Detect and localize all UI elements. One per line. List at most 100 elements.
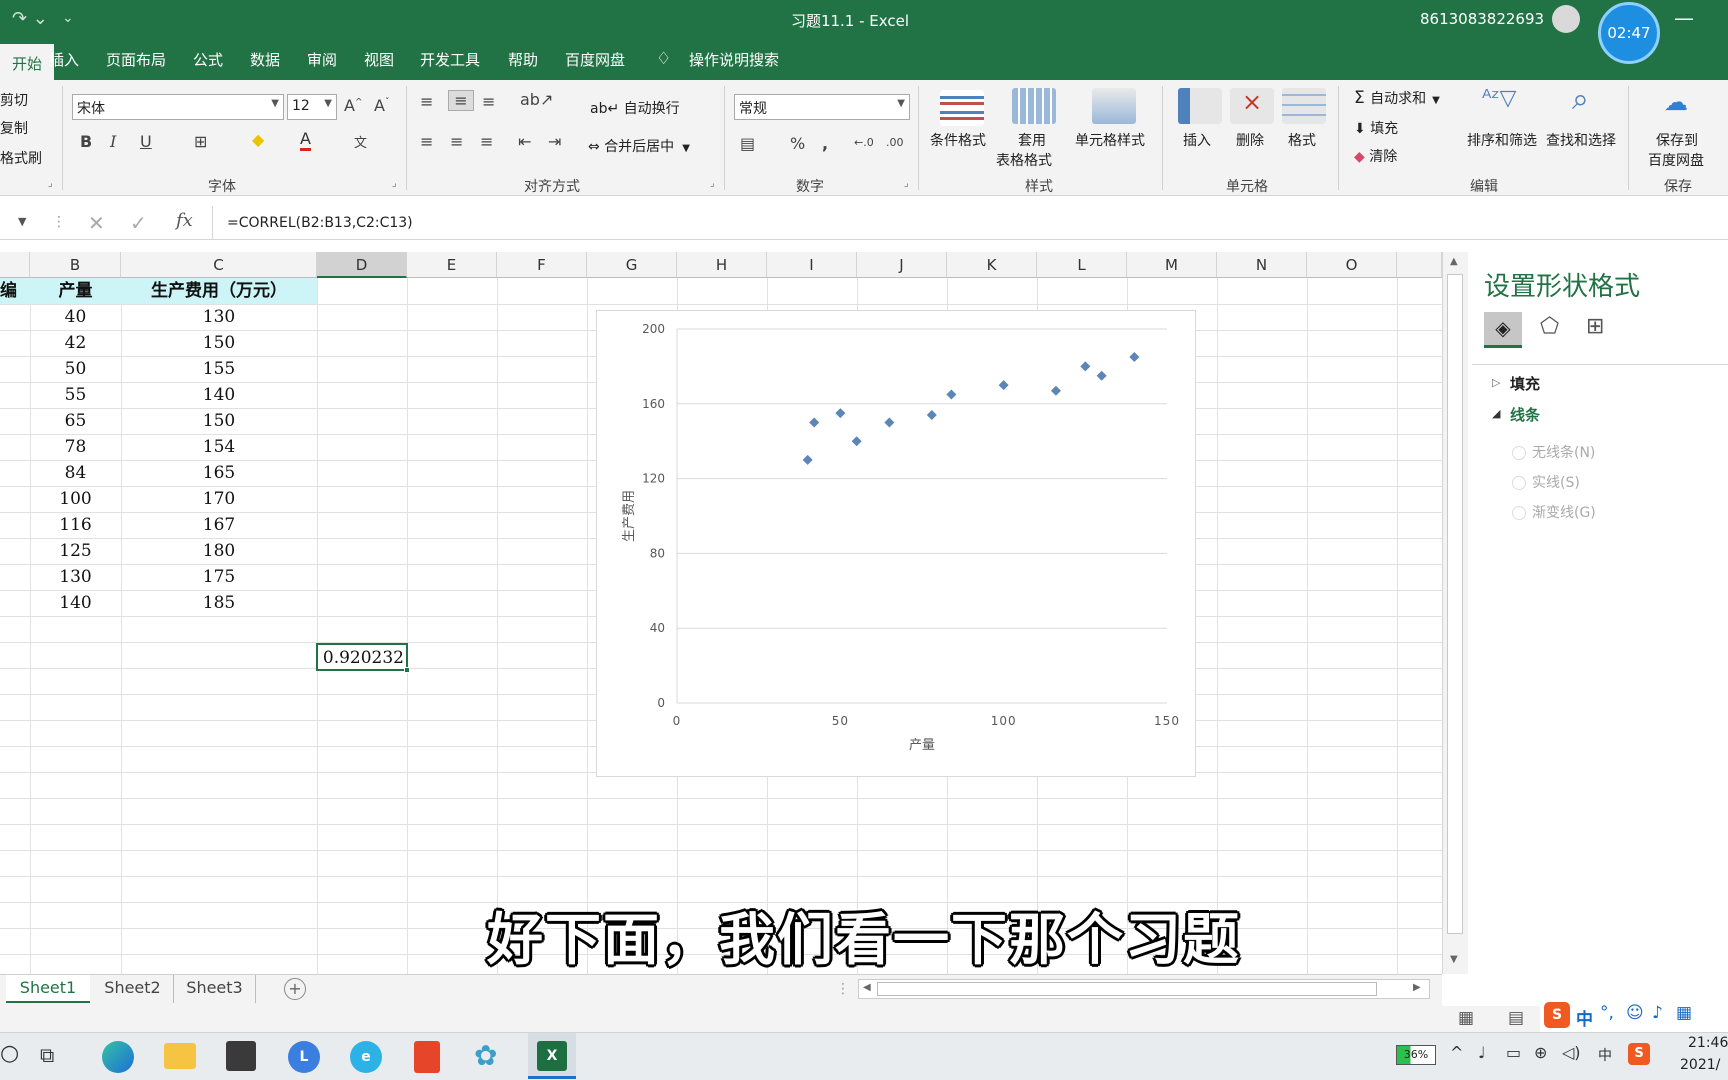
- globe-icon[interactable]: ⊕: [1534, 1043, 1547, 1062]
- align-center-icon[interactable]: ≡: [450, 132, 463, 151]
- tab-insert[interactable]: 插入: [49, 49, 79, 70]
- column-header[interactable]: C: [121, 252, 317, 278]
- cell-c[interactable]: 130: [121, 304, 317, 330]
- tab-page-layout[interactable]: 页面布局: [106, 49, 166, 70]
- cell-b[interactable]: 116: [30, 512, 121, 538]
- effects-tab-icon[interactable]: ⬠: [1540, 314, 1559, 339]
- cell-c[interactable]: 180: [121, 538, 317, 564]
- sheet-tab[interactable]: Sheet3: [174, 975, 256, 1003]
- office-icon[interactable]: [414, 1041, 440, 1073]
- account-name[interactable]: 8613083822693: [1420, 10, 1544, 28]
- sogou-tray-icon[interactable]: S: [1628, 1043, 1650, 1065]
- vertical-scrollbar[interactable]: ▲ ▼: [1442, 252, 1468, 974]
- avatar[interactable]: [1552, 5, 1580, 33]
- orientation-icon[interactable]: ab↗: [520, 90, 553, 109]
- align-bottom-icon[interactable]: ≡: [482, 92, 495, 111]
- search-icon[interactable]: ○: [0, 1041, 19, 1066]
- punctuation-icon[interactable]: °,: [1600, 1003, 1614, 1023]
- ime-toolbar[interactable]: S 中 °, ☺ ♪ ▦: [1540, 1000, 1728, 1032]
- app-l-icon[interactable]: L: [288, 1041, 320, 1073]
- column-header[interactable]: F: [497, 252, 587, 278]
- collapse-fill-icon[interactable]: ▷: [1492, 376, 1500, 389]
- column-header[interactable]: H: [677, 252, 767, 278]
- cell-c[interactable]: 167: [121, 512, 317, 538]
- input-language[interactable]: 中: [1598, 1045, 1612, 1065]
- cell-c[interactable]: 155: [121, 356, 317, 382]
- wrap-text-button[interactable]: ab↵ 自动换行: [590, 98, 680, 118]
- cell-c[interactable]: 170: [121, 486, 317, 512]
- column-header-a[interactable]: [0, 252, 30, 278]
- format-as-table-icon[interactable]: [1012, 88, 1056, 124]
- save-to-baidu-line2[interactable]: 百度网盘: [1648, 150, 1704, 170]
- redo-icon[interactable]: ↷ ⌄: [12, 8, 48, 29]
- tab-view[interactable]: 视图: [364, 49, 394, 70]
- cell-styles-button[interactable]: 单元格样式: [1075, 130, 1145, 150]
- normal-view-icon[interactable]: ▦: [1458, 1008, 1474, 1028]
- insert-cells-icon[interactable]: [1178, 88, 1222, 124]
- format-as-table-line1[interactable]: 套用: [1018, 130, 1046, 150]
- cell-c[interactable]: 165: [121, 460, 317, 486]
- delete-cells-button[interactable]: 删除: [1236, 130, 1264, 150]
- format-painter-button[interactable]: 格式刷: [0, 148, 42, 168]
- save-to-baidu-line1[interactable]: 保存到: [1656, 130, 1698, 150]
- comma-icon[interactable]: ,: [822, 134, 828, 153]
- tab-review[interactable]: 审阅: [307, 49, 337, 70]
- align-middle-icon[interactable]: ≡: [448, 90, 474, 111]
- number-launcher-icon[interactable]: ⌟: [904, 178, 909, 189]
- option-gradient-line[interactable]: 渐变线(G): [1532, 502, 1596, 522]
- cut-button[interactable]: 剪切: [0, 90, 28, 110]
- cell-b[interactable]: 42: [30, 330, 121, 356]
- expand-line-icon[interactable]: ◢: [1492, 407, 1500, 420]
- cell-b[interactable]: 78: [30, 434, 121, 460]
- cell-b[interactable]: 50: [30, 356, 121, 382]
- cancel-icon[interactable]: ✕: [88, 211, 105, 235]
- column-header[interactable]: M: [1127, 252, 1217, 278]
- line-section-header[interactable]: 线条: [1510, 404, 1540, 425]
- emoji-icon[interactable]: ☺: [1626, 1003, 1644, 1023]
- fill-color-icon[interactable]: ◆: [252, 130, 264, 149]
- scroll-right-icon[interactable]: ▶: [1413, 982, 1421, 993]
- align-left-icon[interactable]: ≡: [420, 132, 433, 151]
- fill-line-tab-icon[interactable]: ◈: [1484, 312, 1522, 348]
- font-color-icon[interactable]: A: [300, 130, 311, 151]
- format-as-table-line2[interactable]: 表格格式: [996, 150, 1052, 170]
- minimize-button[interactable]: —: [1674, 6, 1694, 30]
- volume-icon[interactable]: ◁): [1562, 1043, 1581, 1062]
- cell-d15-correl-result[interactable]: 0.920232: [316, 643, 408, 671]
- font-shrink-icon[interactable]: Aˇ: [374, 96, 389, 115]
- scroll-thumb[interactable]: [877, 982, 1377, 996]
- fill-handle[interactable]: [404, 667, 410, 673]
- voice-icon[interactable]: ♪: [1652, 1003, 1663, 1023]
- cell-c[interactable]: 140: [121, 382, 317, 408]
- cell-b[interactable]: 140: [30, 590, 121, 616]
- column-header[interactable]: J: [857, 252, 947, 278]
- column-header[interactable]: E: [407, 252, 497, 278]
- font-name-box[interactable]: 宋体 ▼: [72, 94, 284, 120]
- borders-icon[interactable]: ⊞: [194, 132, 207, 151]
- formula-input[interactable]: =CORREL(B2:B13,C2:C13): [212, 206, 1728, 240]
- cell-b[interactable]: 84: [30, 460, 121, 486]
- cell-a1[interactable]: 编: [0, 278, 30, 304]
- excel-taskbar-button[interactable]: X: [528, 1033, 576, 1079]
- cell-b1[interactable]: 产量: [30, 278, 121, 304]
- size-properties-tab-icon[interactable]: ⊞: [1586, 314, 1604, 339]
- edge-icon[interactable]: [102, 1041, 134, 1073]
- column-header[interactable]: O: [1307, 252, 1397, 278]
- cell-b[interactable]: 125: [30, 538, 121, 564]
- cell-c[interactable]: 154: [121, 434, 317, 460]
- radio-no-line[interactable]: [1512, 446, 1526, 460]
- power-icon[interactable]: ▭: [1506, 1043, 1521, 1062]
- scatter-chart[interactable]: 0 40 80 120 160 200 0 50 100 150 产量 生产费用: [596, 310, 1196, 777]
- decrease-indent-icon[interactable]: ⇤: [518, 132, 531, 151]
- percent-icon[interactable]: %: [790, 134, 805, 153]
- ime-mode[interactable]: 中: [1576, 1005, 1593, 1030]
- sort-filter-icon[interactable]: ᴬᶻ▽: [1482, 86, 1516, 111]
- insert-function-icon[interactable]: fx: [176, 210, 193, 231]
- radio-gradient-line[interactable]: [1512, 506, 1526, 520]
- cell-c[interactable]: 175: [121, 564, 317, 590]
- enter-icon[interactable]: ✓: [130, 211, 147, 235]
- cell-b[interactable]: 100: [30, 486, 121, 512]
- cell-c[interactable]: 185: [121, 590, 317, 616]
- format-cells-icon[interactable]: [1282, 88, 1326, 124]
- number-format-box[interactable]: 常规 ▼: [734, 94, 910, 120]
